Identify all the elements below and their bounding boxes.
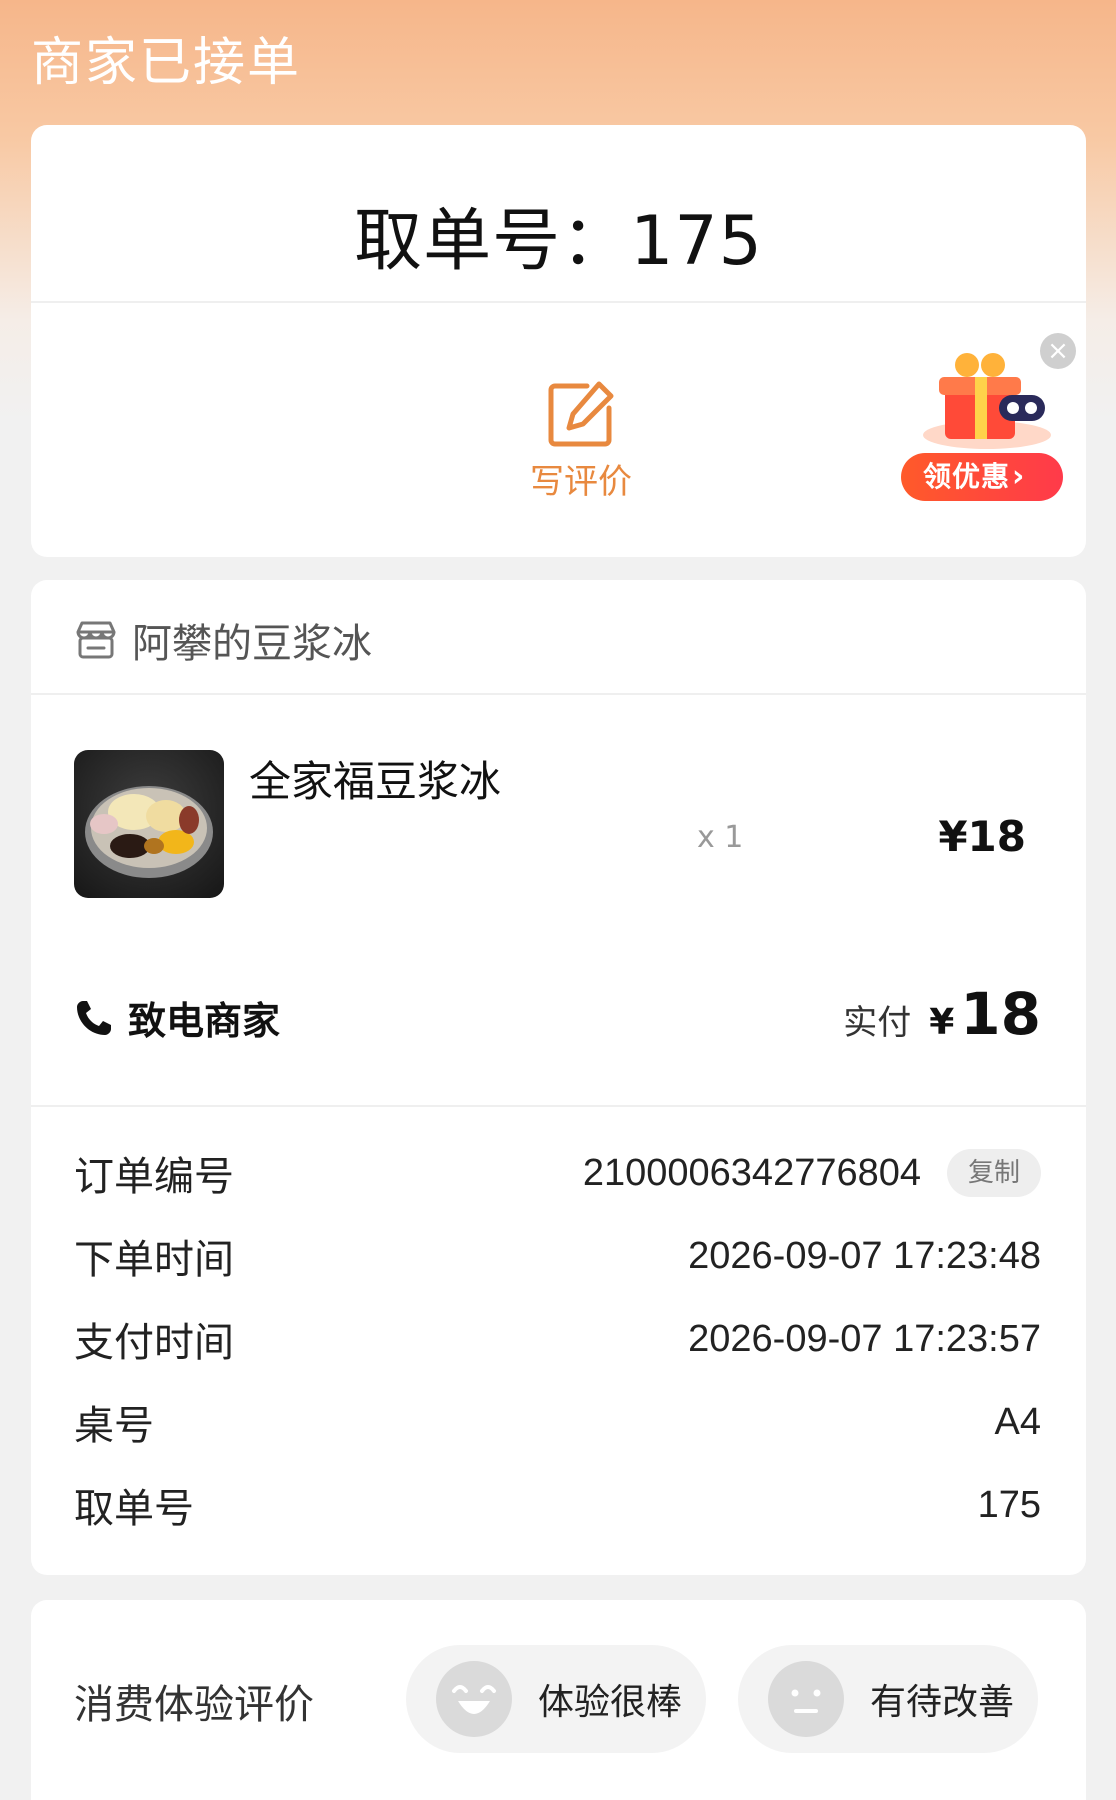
neutral-face-icon <box>768 1661 844 1737</box>
feedback-improve-button[interactable]: 有待改善 <box>738 1645 1038 1753</box>
feedback-great-label: 体验很棒 <box>538 1682 683 1723</box>
pickup-card: 取单号：175 写评价 领优惠› × <box>31 125 1086 557</box>
paid-total: 实付 ¥ 18 <box>843 980 1041 1048</box>
item-image[interactable] <box>74 750 224 898</box>
copy-button[interactable]: 复制 <box>947 1149 1041 1197</box>
paid-label: 实付 <box>843 1003 912 1043</box>
promo-close-icon[interactable]: × <box>1040 333 1076 369</box>
order-time-value: 2026-09-07 17:23:48 <box>688 1234 1041 1277</box>
feedback-card: 消费体验评价 体验很棒 有待改善 <box>31 1600 1086 1800</box>
detail-row-pickup: 取单号 175 <box>74 1475 1041 1535</box>
detail-label: 桌号 <box>74 1403 154 1449</box>
chevron-right-icon: › <box>1012 459 1026 494</box>
table-number-value: A4 <box>994 1400 1041 1443</box>
write-review-button[interactable]: 写评价 <box>501 380 661 503</box>
phone-icon <box>77 1000 111 1035</box>
item-quantity: x 1 <box>697 820 744 855</box>
paid-amount: 18 <box>960 980 1041 1048</box>
dessert-image <box>85 786 213 878</box>
pay-time-value: 2026-09-07 17:23:57 <box>688 1317 1041 1360</box>
promo-coupon-label: 领优惠 <box>923 460 1011 493</box>
shop-name: 阿攀的豆浆冰 <box>132 621 372 667</box>
detail-row-table: 桌号 A4 <box>74 1392 1041 1452</box>
divider <box>31 1105 1086 1107</box>
paid-currency: ¥ <box>929 1002 955 1043</box>
write-review-label: 写评价 <box>530 462 632 502</box>
item-name: 全家福豆浆冰 <box>249 757 502 806</box>
order-status-title: 商家已接单 <box>31 33 302 93</box>
store-icon <box>76 621 116 659</box>
divider <box>31 301 1086 303</box>
laughing-face-icon <box>436 1661 512 1737</box>
pickup-number-detail-value: 175 <box>977 1483 1041 1526</box>
order-card: 阿攀的豆浆冰 全家福豆浆冰 x 1 ¥18 致电商家 实付 ¥ 18 订单编号 <box>31 580 1086 1575</box>
detail-label: 取单号 <box>74 1486 194 1532</box>
item-price: ¥18 <box>938 812 1026 861</box>
feedback-improve-label: 有待改善 <box>870 1682 1015 1723</box>
call-merchant-label: 致电商家 <box>128 999 281 1043</box>
detail-label: 订单编号 <box>74 1154 234 1200</box>
feedback-label: 消费体验评价 <box>74 1682 314 1728</box>
pickup-number-value: 175 <box>630 202 763 281</box>
divider <box>31 693 1086 695</box>
pickup-label: 取单号： <box>354 202 631 281</box>
detail-label: 支付时间 <box>74 1320 234 1366</box>
detail-row-order-id: 订单编号 2100006342776804 复制 <box>74 1143 1041 1203</box>
detail-row-order-time: 下单时间 2026-09-07 17:23:48 <box>74 1226 1041 1286</box>
order-id-value: 2100006342776804 <box>582 1151 921 1194</box>
feedback-great-button[interactable]: 体验很棒 <box>406 1645 706 1753</box>
promo-coupon-pill[interactable]: 领优惠› <box>901 453 1063 501</box>
detail-label: 下单时间 <box>74 1237 234 1283</box>
call-merchant-button[interactable]: 致电商家 <box>74 990 280 1045</box>
shop-row[interactable]: 阿攀的豆浆冰 <box>74 610 372 670</box>
detail-row-pay-time: 支付时间 2026-09-07 17:23:57 <box>74 1309 1041 1369</box>
edit-icon <box>548 381 614 447</box>
pickup-number: 取单号：175 <box>31 185 1086 284</box>
